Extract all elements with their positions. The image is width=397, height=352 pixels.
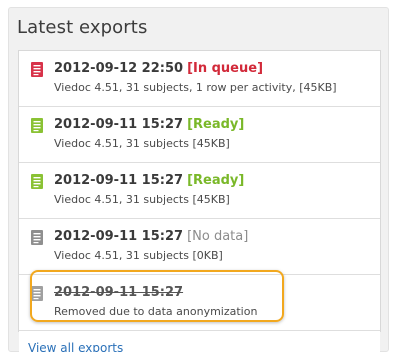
export-title: 2012-09-11 15:27 [No data] — [54, 229, 248, 244]
export-timestamp: 2012-09-11 15:27 — [54, 117, 184, 132]
export-item-anonymized: 2012-09-11 15:27 Removed due to data ano… — [19, 275, 380, 331]
export-title: 2012-09-12 22:50 [In queue] — [54, 61, 263, 76]
export-description: Removed due to data anonymization — [54, 305, 258, 318]
export-item[interactable]: 2012-09-11 15:27 [Ready] Viedoc 4.51, 31 … — [19, 107, 380, 163]
export-status: [Ready] — [187, 173, 245, 188]
export-description: Viedoc 4.51, 31 subjects [0KB] — [54, 249, 223, 262]
export-status: [Ready] — [187, 117, 245, 132]
exports-list: 2012-09-12 22:50 [In queue] Viedoc 4.51, … — [18, 50, 381, 352]
export-timestamp: 2012-09-11 15:27 — [54, 229, 184, 244]
document-icon — [31, 230, 43, 245]
export-timestamp: 2012-09-12 22:50 — [54, 61, 184, 76]
export-status: [No data] — [187, 229, 249, 244]
latest-exports-panel: Latest exports 2012-09-12 22:50 [In queue… — [8, 7, 389, 352]
list-footer: View all exports — [19, 331, 380, 352]
export-item[interactable]: 2012-09-12 22:50 [In queue] Viedoc 4.51, … — [19, 51, 380, 107]
export-title: 2012-09-11 15:27 [Ready] — [54, 173, 244, 188]
document-icon — [31, 174, 43, 189]
export-timestamp-struck: 2012-09-11 15:27 — [54, 285, 184, 300]
export-description: Viedoc 4.51, 31 subjects [45KB] — [54, 193, 230, 206]
view-all-exports-link[interactable]: View all exports — [28, 341, 123, 352]
export-title: 2012-09-11 15:27 — [54, 285, 183, 300]
document-icon — [31, 286, 43, 301]
export-title: 2012-09-11 15:27 [Ready] — [54, 117, 244, 132]
export-description: Viedoc 4.51, 31 subjects, 1 row per acti… — [54, 81, 337, 94]
export-item[interactable]: 2012-09-11 15:27 [No data] Viedoc 4.51, 3… — [19, 219, 380, 275]
export-description: Viedoc 4.51, 31 subjects [45KB] — [54, 137, 230, 150]
export-status: [In queue] — [187, 61, 264, 76]
export-item[interactable]: 2012-09-11 15:27 [Ready] Viedoc 4.51, 31 … — [19, 163, 380, 219]
document-icon — [31, 118, 43, 133]
export-timestamp: 2012-09-11 15:27 — [54, 173, 184, 188]
document-icon — [31, 62, 43, 77]
panel-title: Latest exports — [17, 17, 148, 38]
